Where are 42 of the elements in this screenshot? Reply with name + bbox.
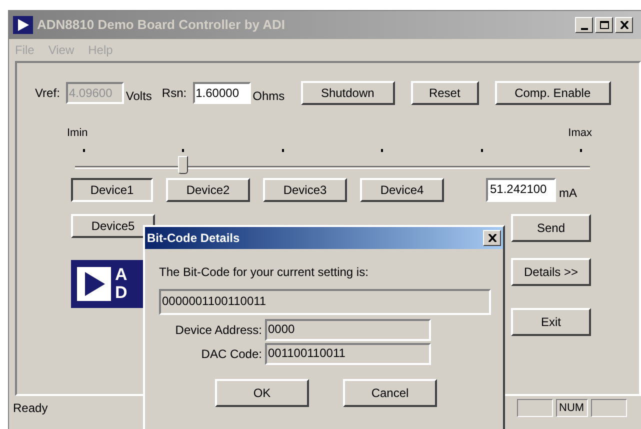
close-button[interactable] [483, 230, 501, 246]
imin-label: Imin [67, 126, 88, 141]
action-button[interactable]: Exit [511, 308, 591, 336]
close-button[interactable] [615, 17, 633, 33]
toolbar-button[interactable]: Comp. Enable [494, 81, 611, 105]
action-button[interactable]: Send [511, 214, 591, 242]
imax-label: Imax [568, 126, 592, 141]
device-button[interactable]: Device1 [71, 178, 153, 202]
status-pane [517, 399, 553, 417]
close-icon [620, 21, 628, 29]
device-button[interactable]: Device2 [166, 178, 250, 202]
rsn-field[interactable]: 1.60000 [192, 82, 251, 104]
bit-code-field[interactable]: 0000001100110011 [159, 289, 491, 315]
logo-letter: D [115, 284, 128, 302]
window-title: ADN8810 Demo Board Controller by ADI [37, 16, 286, 34]
current-field[interactable]: 51.242100 [486, 178, 556, 202]
bit-code-prompt: The Bit-Code for your current setting is: [159, 264, 370, 281]
code-field[interactable]: 001100110011 [265, 343, 431, 365]
field-label: DAC Code: [200, 346, 263, 363]
maximize-button[interactable] [595, 17, 613, 33]
toolbar-button[interactable]: Reset [410, 81, 479, 105]
ma-unit: mA [559, 184, 577, 202]
close-icon [488, 234, 496, 242]
device-button[interactable]: Device3 [263, 178, 347, 202]
dialog-button[interactable]: Cancel [343, 379, 437, 407]
slider-thumb[interactable] [178, 156, 188, 174]
status-message: Ready [13, 400, 49, 417]
status-pane [591, 399, 627, 417]
dialog-button[interactable]: OK [215, 379, 309, 407]
minimize-button[interactable] [575, 17, 593, 33]
num-lock-indicator: NUM [556, 399, 588, 417]
toolbar-button[interactable]: Shutdown [300, 81, 395, 105]
field-label: Device Address: [174, 322, 263, 339]
app-logo-icon [13, 16, 33, 34]
rsn-label: Rsn: [162, 85, 187, 102]
vref-label: Vref: [35, 85, 60, 102]
code-field[interactable]: 0000 [265, 319, 431, 341]
action-button[interactable]: Details >> [511, 258, 591, 286]
logo-letter: A [115, 266, 128, 284]
volts-unit: Volts [126, 88, 152, 105]
ohms-unit: Ohms [252, 88, 285, 105]
device-button[interactable]: Device4 [360, 178, 444, 202]
